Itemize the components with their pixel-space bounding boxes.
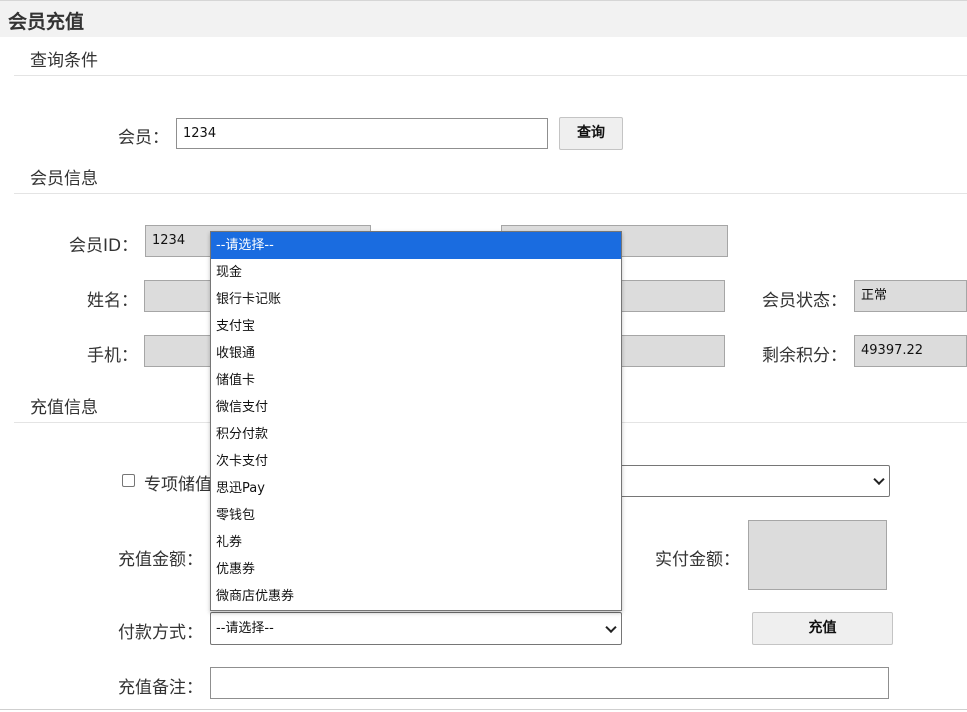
special-storage-checkbox[interactable]	[122, 474, 135, 487]
member-info-section-title: 会员信息	[30, 169, 98, 189]
dropdown-option[interactable]: 支付宝	[211, 313, 621, 340]
footer-divider	[0, 709, 967, 710]
chevron-down-icon	[873, 473, 885, 486]
dropdown-option[interactable]: 零钱包	[211, 502, 621, 529]
recharge-amount-label: 充值金额：	[118, 550, 203, 570]
dropdown-option[interactable]: 礼券	[211, 529, 621, 556]
member-info-section-divider	[14, 193, 967, 194]
payment-method-selected: --请选择--	[216, 621, 274, 636]
chevron-down-icon	[605, 621, 617, 633]
dropdown-option[interactable]: 积分付款	[211, 421, 621, 448]
dropdown-option[interactable]: 收银通	[211, 340, 621, 367]
member-status-field: 正常	[854, 280, 967, 312]
name-label: 姓名：	[87, 291, 138, 311]
actual-amount-label: 实付金额：	[655, 550, 740, 570]
dropdown-option[interactable]: 微商店优惠券	[211, 583, 621, 610]
remaining-points-field: 49397.22	[854, 335, 967, 367]
dropdown-option[interactable]: --请选择--	[211, 232, 621, 259]
dropdown-option[interactable]: 储值卡	[211, 367, 621, 394]
remaining-points-label: 剩余积分：	[762, 346, 847, 366]
recharge-remark-label: 充值备注：	[118, 678, 203, 698]
recharge-remark-input[interactable]	[210, 667, 889, 699]
special-storage-label: 专项储值	[144, 475, 212, 495]
payment-method-label: 付款方式：	[118, 623, 203, 643]
dropdown-option[interactable]: 次卡支付	[211, 448, 621, 475]
payment-method-select[interactable]: --请选择--	[210, 612, 622, 645]
dropdown-option[interactable]: 银行卡记账	[211, 286, 621, 313]
recharge-button[interactable]: 充值	[752, 612, 893, 645]
query-section-title: 查询条件	[30, 51, 98, 71]
dropdown-option[interactable]: 优惠券	[211, 556, 621, 583]
dropdown-option[interactable]: 思迅Pay	[211, 475, 621, 502]
recharge-section-title: 充值信息	[30, 398, 98, 418]
page-header	[0, 0, 967, 37]
member-label: 会员：	[118, 128, 169, 148]
query-section-divider	[14, 75, 967, 76]
member-status-label: 会员状态：	[762, 291, 847, 311]
member-search-input[interactable]: 1234	[176, 118, 548, 149]
special-storage-select[interactable]	[600, 465, 890, 497]
dropdown-option[interactable]: 现金	[211, 259, 621, 286]
payment-method-dropdown: --请选择-- 现金 银行卡记账 支付宝 收银通 储值卡 微信支付 积分付款 次…	[210, 231, 622, 611]
dropdown-option[interactable]: 微信支付	[211, 394, 621, 421]
query-button[interactable]: 查询	[559, 117, 623, 150]
member-id-label: 会员ID：	[69, 236, 139, 256]
page-title: 会员充值	[8, 11, 85, 33]
phone-label: 手机：	[87, 346, 138, 366]
actual-amount-field	[748, 520, 887, 590]
